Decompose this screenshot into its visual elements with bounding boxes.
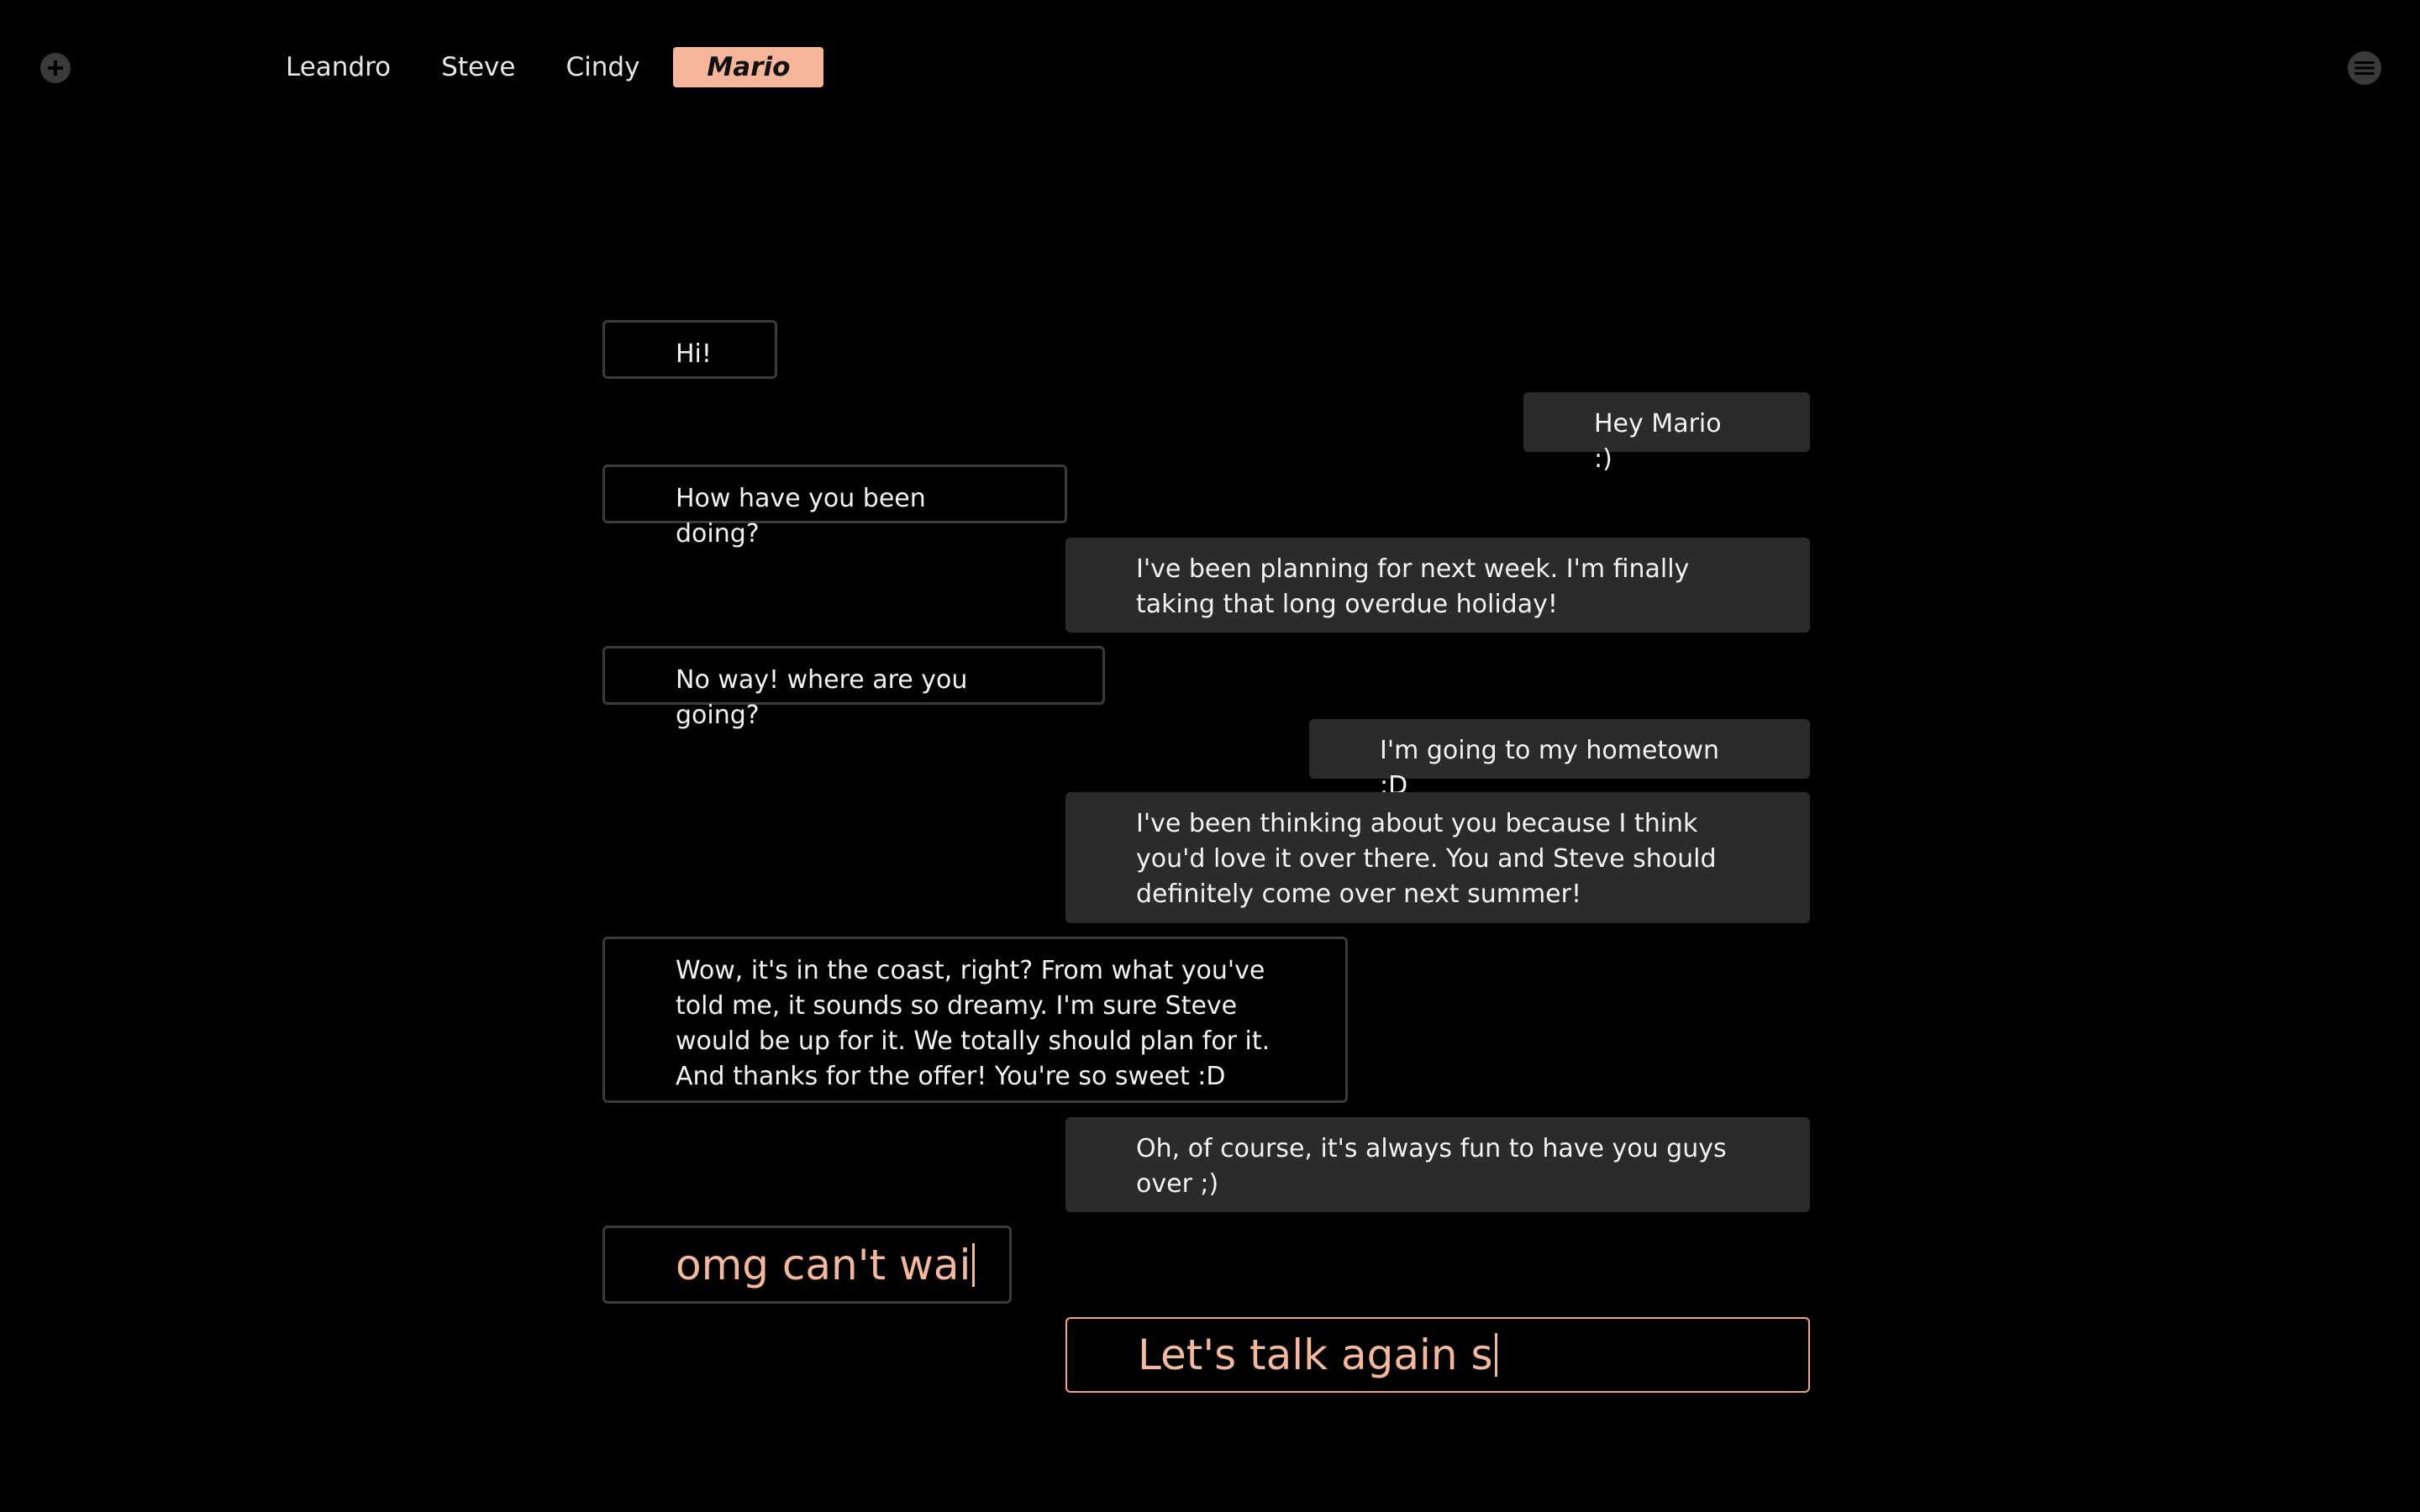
incoming-draft-text: omg can't wai [676,1240,971,1289]
outgoing-message: I've been planning for next week. I'm fi… [1065,538,1810,633]
compose-draft-text: Let's talk again s [1138,1331,1493,1379]
conversation-thread: Hi! Hey Mario :) How have you been doing… [0,0,2420,1512]
text-cursor [972,1242,976,1287]
incoming-message: Hi! [602,320,777,379]
outgoing-message: I'm going to my hometown :D [1309,719,1810,801]
outgoing-message: Oh, of course, it's always fun to have y… [1065,1117,1810,1212]
outgoing-message: I've been thinking about you because I t… [1065,792,1810,923]
incoming-draft-input[interactable]: omg can't wai [602,1226,1012,1304]
message-compose-input[interactable]: Let's talk again s [1065,1317,1810,1393]
incoming-message: How have you been doing? [602,465,1067,549]
chat-app: Leandro Steve Cindy Mario Hi! Hey Mario … [0,0,2420,1512]
outgoing-message: Hey Mario :) [1523,392,1810,474]
incoming-message: No way! where are you going? [602,646,1105,730]
incoming-message: Wow, it's in the coast, right? From what… [602,937,1348,1103]
text-cursor [1494,1333,1497,1377]
